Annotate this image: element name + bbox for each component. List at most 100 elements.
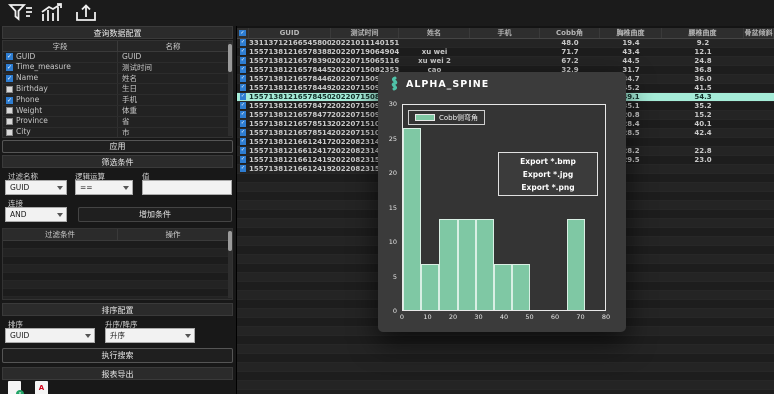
field-checkbox[interactable]: ✓ bbox=[6, 64, 13, 71]
lumbar-cell bbox=[662, 246, 744, 254]
checkbox-checked-icon[interactable]: ✓ bbox=[240, 39, 247, 46]
cobb-cell bbox=[540, 354, 600, 362]
column-header-7[interactable]: 腰椎曲度 bbox=[662, 28, 744, 38]
condition-empty-row bbox=[3, 249, 232, 257]
row-checkbox-cell bbox=[237, 219, 249, 227]
select-all-checkbox[interactable]: ✓ bbox=[237, 28, 249, 38]
field-table-scrollbar[interactable] bbox=[228, 42, 232, 136]
add-condition-button[interactable]: 增加条件 bbox=[78, 207, 232, 222]
guid-cell bbox=[249, 309, 331, 317]
execute-search-button[interactable]: 执行搜索 bbox=[2, 348, 233, 363]
checkbox-checked-icon[interactable]: ✓ bbox=[240, 138, 247, 145]
checkbox-checked-icon[interactable]: ✓ bbox=[240, 48, 247, 55]
field-checkbox[interactable] bbox=[6, 118, 13, 125]
column-header-2[interactable]: 测试时间 bbox=[331, 28, 399, 38]
field-row[interactable]: Birthday生日 bbox=[3, 84, 232, 95]
field-cell: Weight bbox=[3, 106, 118, 116]
chevron-down-icon bbox=[85, 334, 91, 338]
table-empty-row[interactable] bbox=[237, 381, 774, 390]
table-empty-row[interactable] bbox=[237, 372, 774, 381]
name-cell bbox=[399, 363, 470, 371]
checkbox-checked-icon[interactable]: ✓ bbox=[240, 165, 247, 172]
field-checkbox[interactable]: ✓ bbox=[6, 53, 13, 60]
field-row[interactable]: ✓Time_measure测试时间 bbox=[3, 63, 232, 74]
table-row[interactable]: ✓155713812165783906220220715065116xu wei… bbox=[237, 57, 774, 66]
checkbox-checked-icon[interactable]: ✓ bbox=[240, 57, 247, 64]
checkbox-checked-icon[interactable]: ✓ bbox=[240, 93, 247, 100]
scrollbar-thumb[interactable] bbox=[228, 44, 232, 72]
row-checkbox-cell bbox=[237, 246, 249, 254]
conditions-table-header: 过滤条件 操作 bbox=[3, 229, 232, 241]
table-empty-row[interactable] bbox=[237, 363, 774, 372]
alpha-spine-popup[interactable]: ALPHA_SPINE 051015202530 010203040506070… bbox=[378, 72, 626, 332]
table-row[interactable]: ✓155713812165783883220220719064904xu wei… bbox=[237, 48, 774, 57]
field-checkbox[interactable] bbox=[6, 107, 13, 114]
checkbox-checked-icon[interactable]: ✓ bbox=[240, 66, 247, 73]
row-checkbox-cell bbox=[237, 201, 249, 209]
table-row[interactable]: ✓33113712166545800722022101114015148.019… bbox=[237, 39, 774, 48]
time-cell bbox=[331, 345, 399, 353]
field-table: 字段 名称 ✓GUIDGUID✓Time_measure测试时间✓Name姓名B… bbox=[2, 40, 233, 138]
column-header-5[interactable]: Cobb角 bbox=[540, 28, 600, 38]
field-row[interactable]: ✓Phone手机 bbox=[3, 95, 232, 106]
guid-cell: 1557138121661241957 bbox=[249, 165, 331, 173]
checkbox-checked-icon[interactable]: ✓ bbox=[240, 111, 247, 118]
filter-value-input[interactable] bbox=[142, 180, 232, 195]
row-checkbox-cell bbox=[237, 363, 249, 371]
column-header-6[interactable]: 胸椎曲度 bbox=[600, 28, 662, 38]
checkbox-checked-icon[interactable]: ✓ bbox=[240, 147, 247, 154]
thoracic-cell: 19.4 bbox=[600, 39, 662, 47]
context-menu-item[interactable]: Export *.bmp bbox=[499, 155, 597, 168]
field-row[interactable]: Weight体重 bbox=[3, 106, 232, 117]
checkbox-checked-icon[interactable]: ✓ bbox=[240, 102, 247, 109]
checkbox-checked-icon[interactable]: ✓ bbox=[240, 84, 247, 91]
scrollbar-thumb[interactable] bbox=[228, 231, 232, 251]
apply-button[interactable]: 应用 bbox=[2, 140, 233, 153]
lumbar-cell bbox=[662, 264, 744, 272]
context-menu-item[interactable]: Export *.jpg bbox=[499, 168, 597, 181]
field-checkbox[interactable] bbox=[6, 86, 13, 93]
row-checkbox-cell bbox=[237, 291, 249, 299]
guid-cell: 1557138121657844667 bbox=[249, 75, 331, 83]
field-row[interactable]: ✓Name姓名 bbox=[3, 74, 232, 85]
checkbox-checked-icon[interactable]: ✓ bbox=[240, 75, 247, 82]
field-cell: ✓Name bbox=[3, 74, 118, 84]
guid-cell: 1557138121661241922 bbox=[249, 156, 331, 164]
conditions-scrollbar[interactable] bbox=[228, 230, 232, 298]
table-empty-row[interactable] bbox=[237, 345, 774, 354]
filter-field-select[interactable]: GUID bbox=[5, 180, 67, 195]
sort-order-select[interactable]: 升序 bbox=[105, 328, 195, 343]
guid-cell bbox=[249, 345, 331, 353]
checkbox-checked-icon[interactable]: ✓ bbox=[240, 120, 247, 127]
column-header-1[interactable]: GUID bbox=[249, 28, 331, 38]
pelvis-cell bbox=[744, 48, 774, 56]
checkbox-checked-icon[interactable]: ✓ bbox=[240, 156, 247, 163]
field-checkbox[interactable]: ✓ bbox=[6, 97, 13, 104]
sort-field-select[interactable]: GUID bbox=[5, 328, 95, 343]
pelvis-cell bbox=[744, 102, 774, 110]
field-row[interactable]: ✓GUIDGUID bbox=[3, 52, 232, 63]
field-row[interactable]: Province省 bbox=[3, 117, 232, 128]
checkbox-checked-icon[interactable]: ✓ bbox=[240, 129, 247, 136]
table-empty-row[interactable] bbox=[237, 354, 774, 363]
row-checkbox-cell: ✓ bbox=[237, 93, 249, 101]
filter-operator-select[interactable]: == bbox=[75, 180, 133, 195]
phone-cell bbox=[470, 39, 540, 47]
field-row[interactable]: City市 bbox=[3, 128, 232, 138]
column-header-4[interactable]: 手机 bbox=[470, 28, 540, 38]
column-header-3[interactable]: 姓名 bbox=[399, 28, 470, 38]
context-menu-item[interactable]: Export *.png bbox=[499, 181, 597, 194]
pelvis-cell bbox=[744, 336, 774, 344]
chart-plot[interactable] bbox=[402, 104, 606, 311]
statistics-chart-icon[interactable] bbox=[40, 3, 66, 23]
column-header-8[interactable]: 骨盆倾斜 bbox=[744, 28, 774, 38]
lumbar-cell bbox=[662, 237, 744, 245]
filter-icon[interactable] bbox=[8, 3, 34, 23]
connector-select[interactable]: AND bbox=[5, 207, 67, 222]
cobb-cell bbox=[540, 345, 600, 353]
upload-icon[interactable] bbox=[74, 3, 100, 23]
lumbar-cell: 9.2 bbox=[662, 39, 744, 47]
table-empty-row[interactable] bbox=[237, 336, 774, 345]
field-checkbox[interactable] bbox=[6, 129, 13, 136]
field-checkbox[interactable]: ✓ bbox=[6, 75, 13, 82]
